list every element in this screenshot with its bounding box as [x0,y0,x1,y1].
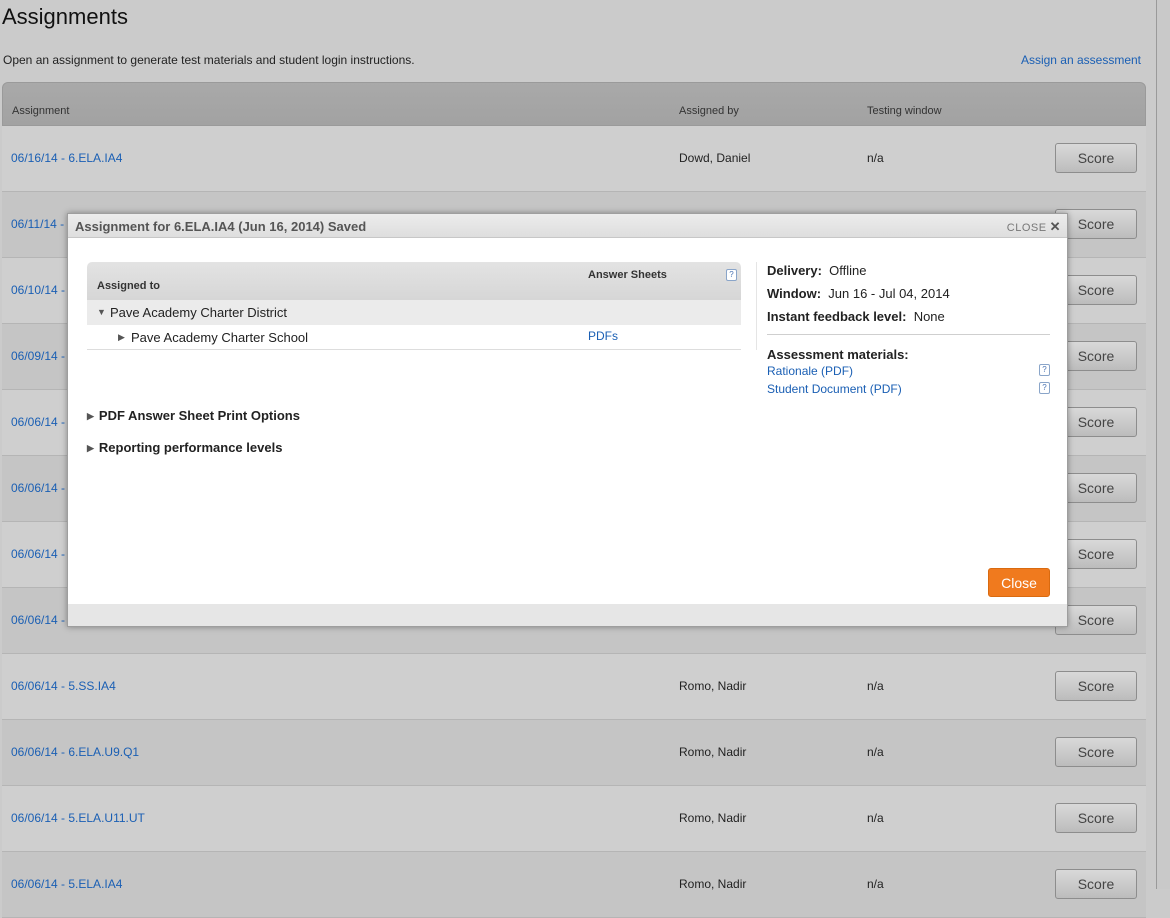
page-subtitle: Open an assignment to generate test mate… [3,53,415,67]
feedback-value: None [913,309,945,324]
testing-window-cell: n/a [867,679,884,693]
score-button[interactable]: Score [1055,803,1137,833]
student-document-pdf-link[interactable]: Student Document (PDF) [767,382,902,396]
reporting-levels-expander[interactable]: ▶ Reporting performance levels [87,440,282,455]
materials-label: Assessment materials: [767,347,909,362]
table-row[interactable]: 06/06/14 - 5.SS.IA4 Romo, Nadir n/a Score [2,654,1146,720]
score-button[interactable]: Score [1055,869,1137,899]
assigned-to-header: Assigned to Answer Sheets ? [87,262,741,300]
district-row[interactable]: ▼ Pave Academy Charter District [87,300,741,325]
answer-sheets-column-header: Answer Sheets [588,269,667,281]
expand-triangle-icon[interactable]: ▶ [118,332,125,343]
assignment-link[interactable]: 06/09/14 - [11,349,65,363]
reporting-levels-label[interactable]: Reporting performance levels [99,440,283,455]
dialog-header: Assignment for 6.ELA.IA4 (Jun 16, 2014) … [68,214,1067,238]
expand-triangle-icon[interactable]: ▶ [87,411,94,421]
column-header-assigned-by: Assigned by [679,105,739,117]
assigned-to-column-header: Assigned to [97,280,160,292]
school-row[interactable]: ▶ Pave Academy Charter School PDFs [87,325,741,350]
table-row[interactable]: 06/06/14 - 5.ELA.U11.UT Romo, Nadir n/a Sco… [2,786,1146,852]
table-row[interactable]: 06/16/14 - 6.ELA.IA4 Dowd, Daniel n/a Score [2,126,1146,192]
testing-window-cell: n/a [867,745,884,759]
help-icon[interactable]: ? [1039,364,1050,376]
window-line: Window: Jun 16 - Jul 04, 2014 [767,286,950,301]
feedback-line: Instant feedback level: None [767,309,945,324]
assignment-link[interactable]: 06/06/14 - 5.SS.IA4 [11,679,116,693]
column-header-assignment: Assignment [12,105,70,117]
delivery-line: Delivery: Offline [767,263,867,278]
assignment-link[interactable]: 06/06/14 - [11,415,65,429]
close-icon[interactable]: ✕ [1050,219,1061,234]
assigned-by-cell: Romo, Nadir [679,679,747,693]
district-name: Pave Academy Charter District [110,305,288,320]
help-icon[interactable]: ? [726,269,737,281]
table-header: Assignment Assigned by Testing window [2,82,1146,126]
testing-window-cell: n/a [867,151,884,165]
rationale-pdf-link[interactable]: Rationale (PDF) [767,364,853,378]
page-title: Assignments [2,4,128,29]
assignment-link[interactable]: 06/10/14 - [11,283,65,297]
divider [756,262,757,350]
testing-window-cell: n/a [867,811,884,825]
assignment-link[interactable]: 06/11/14 - [11,217,64,231]
score-button[interactable]: Score [1055,737,1137,767]
delivery-label: Delivery: [767,263,822,278]
pdfs-link[interactable]: PDFs [588,329,618,343]
score-button[interactable]: Score [1055,671,1137,701]
print-options-label[interactable]: PDF Answer Sheet Print Options [99,408,300,423]
assigned-to-table: Assigned to Answer Sheets ? ▼ Pave Acade… [87,262,741,350]
score-button[interactable]: Score [1055,143,1137,173]
assignment-saved-dialog: Assignment for 6.ELA.IA4 (Jun 16, 2014) … [67,213,1068,627]
assignment-link[interactable]: 06/06/14 - 6.ELA.U9.Q1 [11,745,139,759]
assignment-link[interactable]: 06/06/14 - [11,547,65,561]
collapse-triangle-icon[interactable]: ▼ [97,307,106,317]
divider [767,334,1050,335]
school-name: Pave Academy Charter School [131,330,309,345]
column-header-testing-window: Testing window [867,105,942,117]
assigned-by-cell: Romo, Nadir [679,745,747,759]
table-row[interactable]: 06/06/14 - 5.ELA.IA4 Romo, Nadir n/a Score [2,852,1146,918]
assignment-link[interactable]: 06/16/14 - 6.ELA.IA4 [11,151,122,165]
help-icon[interactable]: ? [1039,382,1050,394]
window-value: Jun 16 - Jul 04, 2014 [828,286,950,301]
assign-assessment-link[interactable]: Assign an assessment [1021,53,1141,67]
print-options-expander[interactable]: ▶ PDF Answer Sheet Print Options [87,408,300,423]
close-button[interactable]: Close [988,568,1050,597]
feedback-label: Instant feedback level: [767,309,907,324]
assignment-link[interactable]: 06/06/14 - 5.ELA.U11.UT [11,811,145,825]
close-label[interactable]: CLOSE [1007,222,1047,234]
assigned-by-cell: Dowd, Daniel [679,151,751,165]
dialog-close-button[interactable]: CLOSE ✕ [1007,219,1061,235]
dialog-title: Assignment for 6.ELA.IA4 (Jun 16, 2014) … [75,219,367,234]
dialog-footer [68,604,1067,626]
materials-line: Assessment materials: [767,347,909,362]
assigned-by-cell: Romo, Nadir [679,811,747,825]
assignment-link[interactable]: 06/06/14 - [11,613,65,627]
delivery-value: Offline [829,263,867,278]
expand-triangle-icon[interactable]: ▶ [87,443,94,453]
assignment-link[interactable]: 06/06/14 - [11,481,65,495]
window-label: Window: [767,286,822,301]
scrollbar[interactable] [1156,0,1170,889]
table-row[interactable]: 06/06/14 - 6.ELA.U9.Q1 Romo, Nadir n/a Scor… [2,720,1146,786]
